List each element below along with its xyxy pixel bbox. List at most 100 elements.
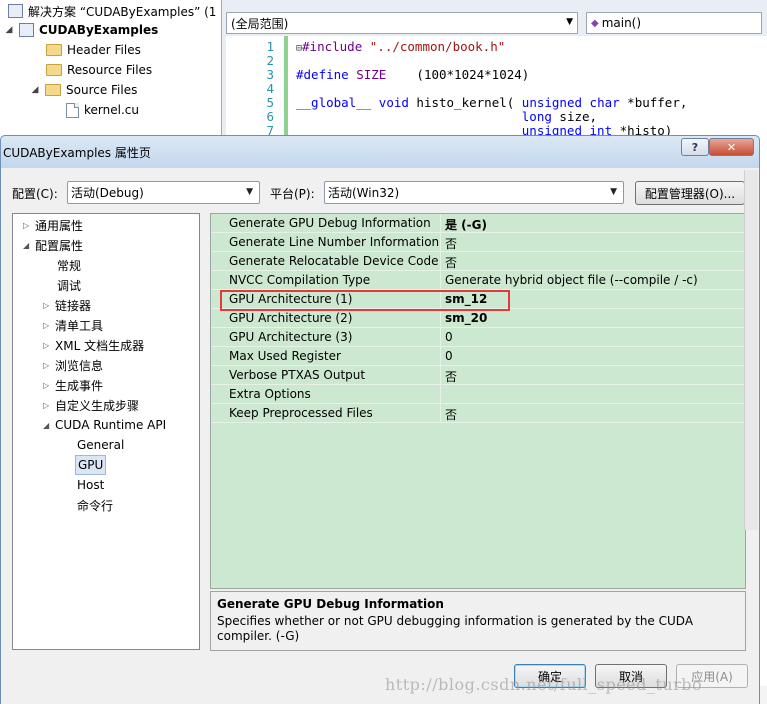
dialog-titlebar[interactable]: CUDAByExamples 属性页 ? ✕ [1, 136, 759, 168]
file-icon [66, 102, 79, 118]
folder-resource-files[interactable]: Resource Files [46, 60, 152, 80]
expand-arrow-icon[interactable]: ▷ [43, 361, 55, 370]
tree-item-build-events[interactable]: ▷ 生成事件 [43, 375, 103, 395]
project-node[interactable]: ◢ CUDAByExamples [4, 20, 158, 40]
description-panel: Generate GPU Debug Information Specifies… [210, 591, 746, 651]
property-name: GPU Architecture (1) [229, 292, 353, 306]
tree-item-general[interactable]: 常规 [57, 255, 81, 275]
tree-item-label: XML 文档生成器 [55, 338, 145, 353]
expand-arrow-icon[interactable]: ▷ [23, 221, 35, 230]
solution-node[interactable]: 解决方案 “CUDAByExamples” (1 [8, 1, 216, 21]
column-divider [440, 366, 441, 385]
member-dropdown[interactable]: ◆ main() [586, 12, 762, 34]
chevron-down-icon: ▼ [566, 17, 573, 27]
scope-dropdown[interactable]: (全局范围) ▼ [226, 12, 578, 34]
tree-item-label: 自定义生成步骤 [55, 398, 140, 413]
property-value[interactable]: 0 [445, 330, 453, 344]
property-value[interactable]: 否 [445, 368, 457, 385]
line-number: 6 [266, 109, 274, 124]
tree-item-xml-doc-generator[interactable]: ▷ XML 文档生成器 [43, 335, 144, 355]
tree-item-label: 生成事件 [55, 378, 104, 393]
folder-source-files[interactable]: ◢ Source Files [30, 80, 138, 100]
property-name: Generate Line Number Information [229, 235, 440, 249]
line-number: 2 [266, 53, 274, 68]
property-value[interactable]: 否 [445, 254, 457, 271]
tree-item-cuda-runtime-api[interactable]: ◢ CUDA Runtime API [43, 415, 166, 435]
tree-item-config-properties[interactable]: ◢ 配置属性 [23, 235, 83, 255]
code-line-3: #define SIZE (100*1024*1024) [296, 67, 530, 82]
config-label: 配置(C): [12, 187, 58, 201]
close-button[interactable]: ✕ [709, 138, 754, 156]
include-path: "../common/book.h" [369, 39, 506, 54]
tree-item-host[interactable]: Host [77, 475, 104, 495]
property-value[interactable]: 否 [445, 406, 457, 423]
column-divider [440, 233, 441, 252]
project-icon [19, 23, 34, 37]
config-manager-button[interactable]: 配置管理器(O)... [635, 181, 745, 205]
column-divider [440, 385, 441, 404]
column-divider [440, 271, 441, 290]
tree-item-linker[interactable]: ▷ 链接器 [43, 295, 91, 315]
property-row[interactable]: Max Used Register 0 [211, 347, 747, 366]
property-row[interactable]: GPU Architecture (2) sm_20 [211, 309, 747, 328]
property-row[interactable]: Keep Preprocessed Files 否 [211, 404, 747, 423]
property-tree[interactable]: ▷ 通用属性 ◢ 配置属性 常规 调试 ▷ 链接器 ▷ 清单工具 ▷ XML 文档生成器 … [12, 213, 200, 650]
tree-item-label: 调试 [57, 278, 82, 293]
file-label: kernel.cu [84, 103, 139, 117]
file-kernel-cu[interactable]: kernel.cu [66, 100, 139, 120]
tree-item-label: 常规 [57, 258, 82, 273]
code-editor[interactable]: 1 ⊟#include "../common/book.h" 2 3 #defi… [226, 36, 767, 140]
property-grid: Generate GPU Debug Information 是 (-G) Gen… [210, 213, 747, 589]
tree-item-command-line[interactable]: 命令行 [77, 495, 113, 515]
property-value[interactable]: 0 [445, 349, 453, 363]
property-row[interactable]: NVCC Compilation Type Generate hybrid obj… [211, 271, 747, 290]
collapse-arrow-icon[interactable]: ◢ [30, 85, 40, 95]
property-row[interactable]: Generate GPU Debug Information 是 (-G) [211, 214, 747, 233]
property-name: Verbose PTXAS Output [229, 368, 366, 382]
config-dropdown[interactable]: 活动(Debug) ▼ [67, 181, 260, 204]
folder-label: Header Files [67, 43, 141, 57]
property-row[interactable]: Verbose PTXAS Output 否 [211, 366, 747, 385]
change-tracking-bar [284, 36, 288, 140]
expand-arrow-icon[interactable]: ▷ [43, 401, 55, 410]
help-button[interactable]: ? [681, 138, 709, 156]
property-name: Keep Preprocessed Files [229, 406, 373, 420]
expand-arrow-icon[interactable]: ▷ [43, 381, 55, 390]
tree-item-cuda-general[interactable]: General [77, 435, 124, 455]
expand-arrow-icon[interactable]: ▷ [43, 341, 55, 350]
column-divider [440, 214, 441, 233]
tree-item-label: 链接器 [55, 298, 92, 313]
tree-item-gpu[interactable]: GPU [75, 455, 107, 475]
property-row[interactable]: Generate Line Number Information 否 [211, 233, 747, 252]
collapse-arrow-icon[interactable]: ◢ [23, 241, 35, 250]
navigation-bar: (全局范围) ▼ ◆ main() [226, 12, 762, 34]
tree-item-debugging[interactable]: 调试 [57, 275, 81, 295]
property-row[interactable]: GPU Architecture (3) 0 [211, 328, 747, 347]
platform-value: 活动(Win32) [328, 186, 400, 200]
collapse-arrow-icon[interactable]: ◢ [43, 421, 55, 430]
tree-item-label: Host [77, 478, 105, 492]
property-value[interactable]: 是 (-G) [445, 216, 487, 233]
code-line-1: ⊟#include "../common/book.h" [296, 39, 506, 54]
property-row[interactable]: Generate Relocatable Device Code 否 [211, 252, 747, 271]
tree-item-common-properties[interactable]: ▷ 通用属性 [23, 215, 83, 235]
expand-arrow-icon[interactable]: ▷ [43, 301, 55, 310]
expand-arrow-icon[interactable]: ▷ [43, 321, 55, 330]
folder-header-files[interactable]: Header Files [46, 40, 141, 60]
property-value[interactable]: 否 [445, 235, 457, 252]
collapse-arrow-icon[interactable]: ◢ [4, 25, 14, 35]
dialog-body: 配置(C): 活动(Debug) ▼ 平台(P): 活动(Win32) ▼ 配置… [1, 168, 759, 704]
solution-label: 解决方案 “CUDAByExamples” (1 [28, 4, 217, 19]
property-name: GPU Architecture (3) [229, 330, 353, 344]
property-value[interactable]: Generate hybrid object file (--compile /… [445, 273, 698, 287]
tree-item-browse-info[interactable]: ▷ 浏览信息 [43, 355, 103, 375]
property-row[interactable]: Extra Options [211, 385, 747, 404]
property-row[interactable]: GPU Architecture (1) sm_12 [211, 290, 747, 309]
background-scrollbar[interactable] [744, 170, 758, 530]
tree-item-custom-build-step[interactable]: ▷ 自定义生成步骤 [43, 395, 139, 415]
line-number: 3 [266, 67, 274, 82]
tree-item-manifest-tool[interactable]: ▷ 清单工具 [43, 315, 103, 335]
property-value[interactable]: sm_20 [445, 311, 487, 325]
property-value[interactable]: sm_12 [445, 292, 487, 306]
platform-dropdown[interactable]: 活动(Win32) ▼ [324, 181, 624, 204]
